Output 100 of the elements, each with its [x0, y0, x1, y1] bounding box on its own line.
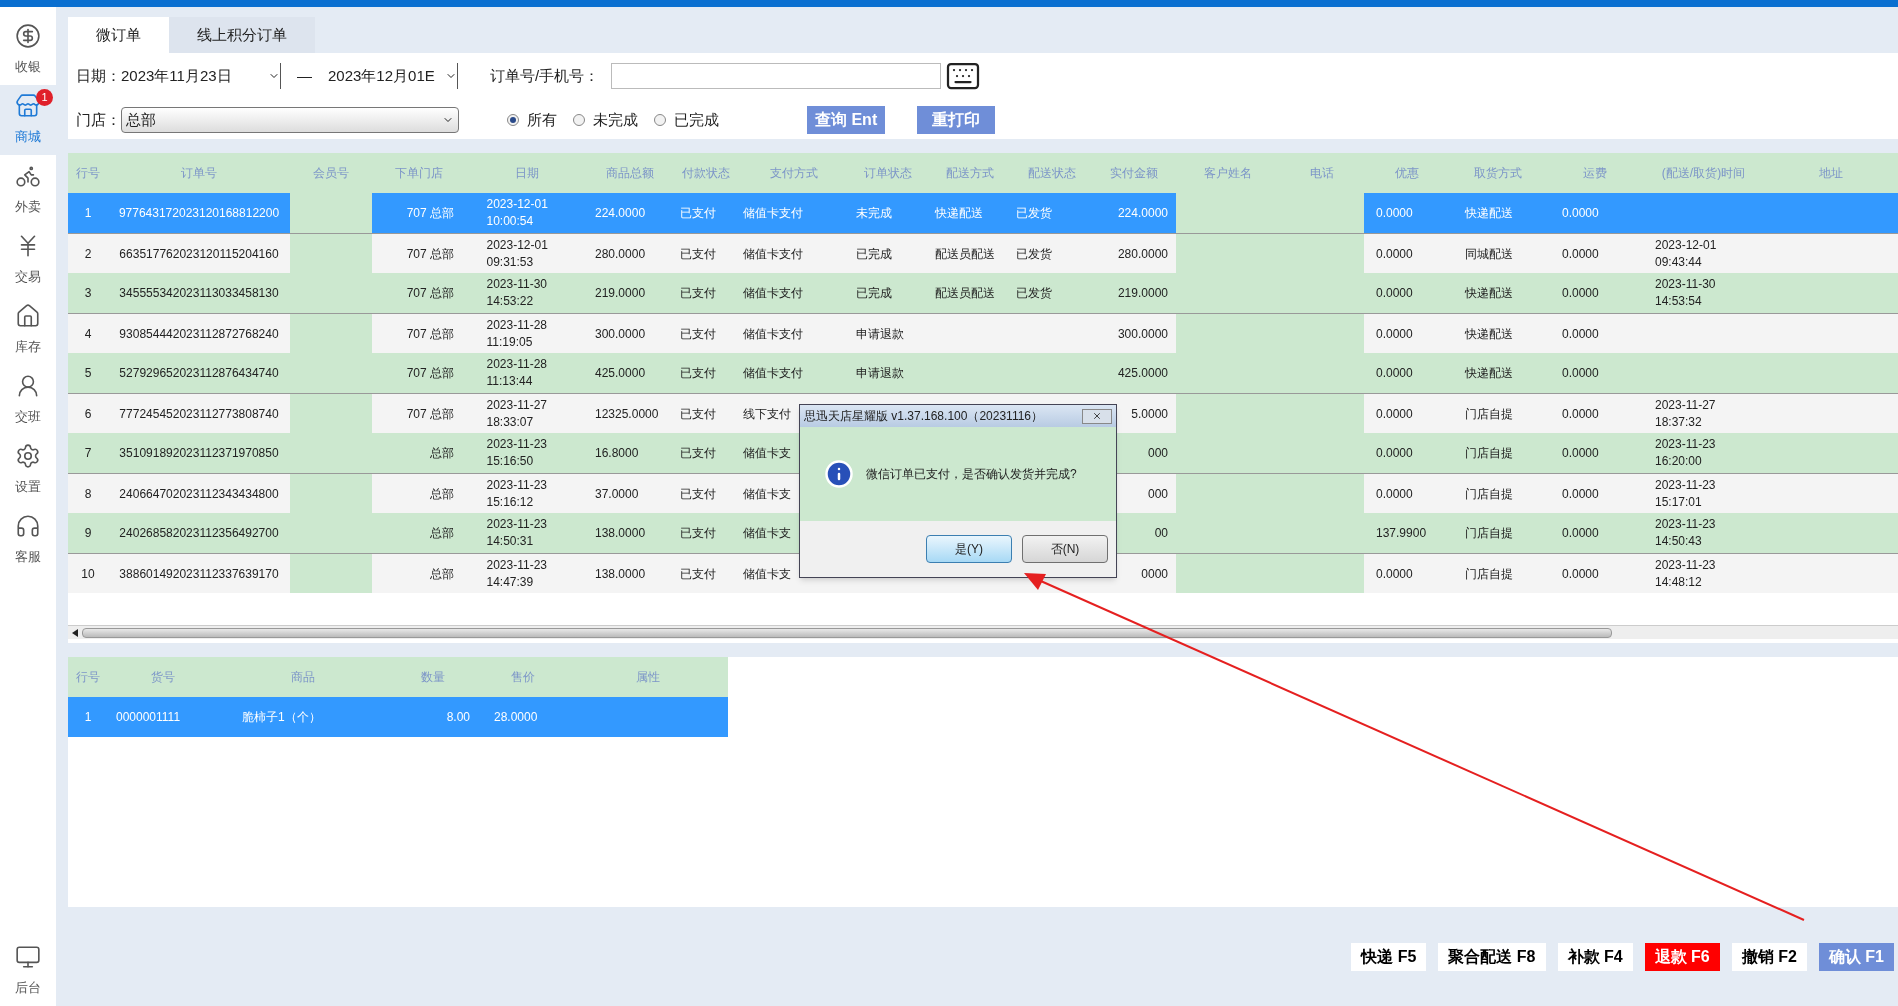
table-cell-text: 16.8000: [595, 445, 639, 462]
column-header: 商品总额: [604, 165, 655, 182]
column-header: 取货方式: [1472, 165, 1523, 182]
table-cell-text: 388601492023112337639170: [119, 565, 279, 583]
table-cell-text: 已完成: [856, 245, 892, 263]
table-cell-text: 2023-11-23 16:20:00: [1655, 436, 1717, 470]
table-cell-text: 门店自提: [1465, 525, 1513, 542]
table-cell-text: 储值卡支付: [743, 205, 803, 222]
table-cell-text: 快递配送: [1465, 285, 1513, 302]
table-cell-text: 储值卡支: [743, 445, 791, 462]
table-cell-text: 已支付: [680, 325, 716, 343]
table-cell-text: 脆柿子1（个）: [242, 709, 321, 726]
table-cell-text: 0.0000: [1376, 285, 1413, 302]
store-label: 门店：: [76, 109, 121, 130]
column-header: 日期: [513, 165, 540, 182]
table-cell-text: 2023-11-30 14:53:22: [486, 276, 548, 310]
table-cell-text: 663517762023120115204160: [119, 245, 279, 263]
table-cell-text: 2023-12-01 09:31:53: [486, 236, 549, 271]
column-header: 运费: [1581, 165, 1608, 182]
table-cell-text: 0.0000: [1562, 565, 1599, 583]
table-cell-text: 申请退款: [856, 365, 904, 382]
table-cell-text: 已支付: [680, 285, 716, 302]
table-cell-text: 快递配送: [935, 205, 983, 222]
table-cell-text: 申请退款: [856, 325, 904, 343]
table-cell-text: 0.0000: [1376, 245, 1413, 263]
table-cell-text: 2023-11-23 15:16:12: [486, 476, 548, 511]
table-cell-text: 未完成: [856, 205, 892, 222]
table-cell-text: 0.0000: [1376, 365, 1413, 382]
column-header: 地址: [1818, 165, 1844, 182]
table-cell-text: 门店自提: [1465, 445, 1513, 462]
table-cell-text: 0.0000: [1562, 365, 1599, 382]
table-cell-text: 977643172023120168812200: [118, 205, 280, 222]
range-separator: —: [297, 65, 312, 86]
table-cell-text: 224.0000: [595, 205, 646, 222]
table-cell-text: 138.0000: [595, 525, 646, 542]
table-cell-text: 门店自提: [1465, 565, 1513, 583]
table-cell-text: 7: [84, 445, 92, 462]
column-header: 电话: [1308, 165, 1335, 182]
table-cell-text: 已支付: [680, 525, 716, 542]
table-cell-text: 707 总部: [406, 365, 454, 382]
dialog-title: 思迅天店星耀版 v1.37.168.100（20231116）: [804, 408, 1044, 425]
table-cell-text: 总部: [430, 565, 454, 583]
table-cell-text: 707 总部: [406, 245, 454, 263]
table-cell-text: 8.00: [446, 709, 470, 726]
table-cell-text: 219.0000: [595, 285, 646, 302]
table-cell-text: 777245452023112773808740: [119, 405, 279, 423]
table-cell-text: 0.0000: [1562, 205, 1599, 222]
table-cell-text: 2023-11-23 14:50:31: [486, 516, 548, 550]
table-cell-text: 10: [81, 565, 95, 583]
table-cell-text: 总部: [430, 485, 454, 503]
table-cell-text: 门店自提: [1465, 405, 1513, 423]
table-cell-text: 707 总部: [406, 405, 454, 423]
table-cell-text: 0.0000: [1376, 325, 1413, 343]
table-cell-text: 储值卡支付: [743, 325, 803, 343]
column-header: 配送方式: [944, 165, 995, 182]
table-cell-text: 00: [1154, 525, 1168, 542]
column-header: 会员号: [312, 165, 350, 182]
column-header: 实付金额: [1108, 165, 1159, 182]
table-cell-text: 0.0000: [1376, 445, 1413, 462]
table-cell-text: 0.0000: [1562, 325, 1599, 343]
table-cell-text: 5: [84, 365, 92, 382]
table-cell-text: 425.0000: [1117, 365, 1168, 382]
table-cell-text: 1: [84, 709, 92, 726]
column-header: 商品: [290, 669, 316, 686]
table-cell-text: 2023-11-23 14:50:43: [1655, 516, 1717, 550]
table-cell-text: 2023-11-27 18:37:32: [1655, 396, 1717, 431]
table-cell-text: 240268582023112356492700: [119, 525, 279, 542]
table-cell-text: 0.0000: [1562, 485, 1599, 503]
table-cell-text: 储值卡支付: [743, 285, 803, 302]
column-header: (配送/取货)时间: [1660, 165, 1747, 182]
table-cell-text: 2023-11-27 18:33:07: [486, 396, 548, 431]
table-cell-text: 已支付: [680, 365, 716, 382]
column-header: 付款状态: [680, 165, 731, 182]
column-header: 支付方式: [768, 165, 819, 182]
table-cell-text: 2023-12-01 09:43:44: [1655, 236, 1718, 271]
table-cell-text: 已支付: [680, 445, 716, 462]
table-cell-text: 000: [1147, 485, 1168, 503]
table-cell-text: 930854442023112872768240: [119, 325, 279, 343]
table-cell-text: 5.0000: [1131, 405, 1168, 423]
table-cell-text: 0.0000: [1376, 405, 1413, 423]
table-cell-text: 527929652023112876434740: [119, 365, 279, 382]
table-cell-text: 0000: [1141, 565, 1168, 583]
table-cell-text: 280.0000: [1117, 245, 1168, 263]
table-cell-text: 2023-11-28 11:19:05: [486, 316, 548, 351]
table-cell-text: 2023-11-30 14:53:54: [1655, 276, 1717, 310]
table-cell-text: 28.0000: [494, 709, 538, 726]
date-label: 日期：: [76, 65, 121, 86]
table-cell-text: 门店自提: [1465, 485, 1513, 503]
table-cell-text: 351091892023112371970850: [119, 445, 279, 462]
table-cell-text: 0.0000: [1562, 445, 1599, 462]
table-cell-text: 707 总部: [406, 285, 454, 302]
table-cell-text: 已发货: [1016, 285, 1052, 302]
table-cell-text: 707 总部: [406, 205, 454, 222]
table-cell-text: 已支付: [680, 205, 716, 222]
table-cell-text: 6: [84, 405, 92, 423]
table-cell-text: 0.0000: [1562, 525, 1599, 542]
table-cell-text: 0.0000: [1562, 405, 1599, 423]
table-cell-text: 2: [84, 245, 92, 263]
table-cell-text: 已支付: [680, 245, 716, 263]
table-cell-text: 425.0000: [595, 365, 646, 382]
